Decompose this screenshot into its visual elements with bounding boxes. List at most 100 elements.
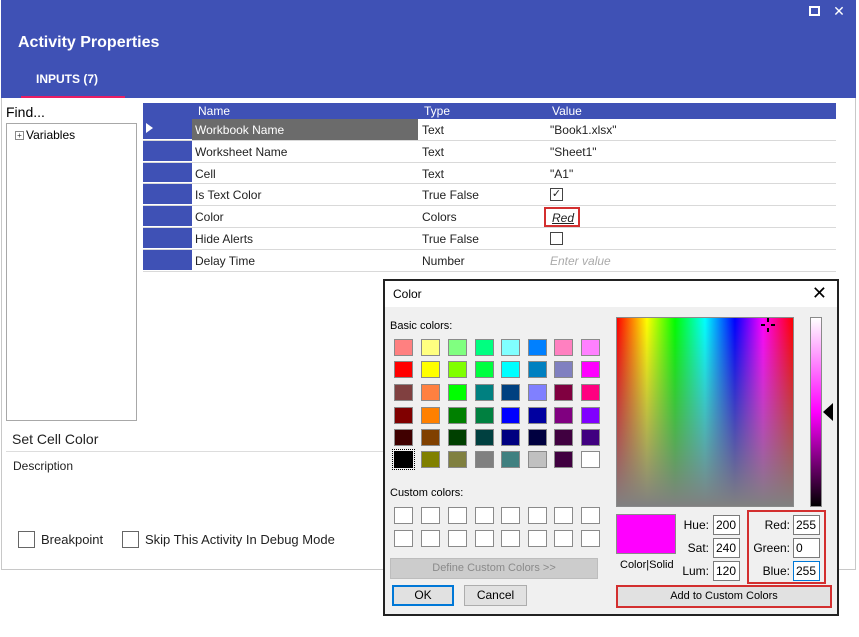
row-selector[interactable]	[143, 162, 192, 184]
custom-color-swatch[interactable]	[528, 530, 547, 547]
close-icon[interactable]: ✕	[832, 4, 846, 18]
row-value[interactable]: "Sheet1"	[550, 145, 597, 159]
basic-color-swatch[interactable]	[394, 361, 413, 378]
custom-color-swatch[interactable]	[501, 507, 520, 524]
breakpoint-toggle[interactable]: Breakpoint	[18, 531, 103, 548]
sat-field[interactable]: 240	[713, 538, 740, 558]
add-to-custom-colors-button[interactable]: Add to Custom Colors	[616, 585, 832, 608]
custom-color-swatch[interactable]	[581, 507, 600, 524]
basic-color-swatch[interactable]	[501, 361, 520, 378]
custom-color-swatch[interactable]	[448, 507, 467, 524]
luminance-slider[interactable]	[810, 317, 822, 507]
grid-row-color[interactable]: Color Colors Red	[143, 206, 836, 228]
grid-row-workbook-name[interactable]: Workbook Name Text "Book1.xlsx"	[143, 119, 836, 141]
row-selector[interactable]	[143, 206, 192, 227]
custom-color-swatch[interactable]	[581, 530, 600, 547]
custom-color-swatch[interactable]	[448, 530, 467, 547]
custom-color-swatch[interactable]	[394, 530, 413, 547]
basic-color-swatch[interactable]	[554, 361, 573, 378]
custom-color-swatch[interactable]	[528, 507, 547, 524]
is-text-color-checkbox[interactable]: ✓	[550, 188, 563, 202]
grid-row-delay-time[interactable]: Delay Time Number Enter value	[143, 249, 836, 272]
find-label[interactable]: Find...	[6, 104, 45, 120]
basic-color-swatch[interactable]	[528, 451, 547, 468]
delay-time-input[interactable]: Enter value	[550, 254, 611, 268]
tab-inputs[interactable]: INPUTS (7)	[21, 70, 125, 98]
basic-color-swatch[interactable]	[501, 384, 520, 401]
basic-color-swatch[interactable]	[528, 339, 547, 356]
basic-color-swatch[interactable]	[394, 339, 413, 356]
row-value[interactable]: "A1"	[550, 167, 573, 181]
custom-color-swatch[interactable]	[501, 530, 520, 547]
hide-alerts-checkbox[interactable]	[550, 231, 563, 245]
basic-color-swatch[interactable]	[475, 407, 494, 424]
basic-color-swatch[interactable]	[581, 361, 600, 378]
basic-color-swatch[interactable]	[475, 451, 494, 468]
basic-color-swatch[interactable]	[581, 339, 600, 356]
grid-row-cell[interactable]: Cell Text "A1"	[143, 162, 836, 185]
basic-color-swatch[interactable]	[448, 384, 467, 401]
custom-color-swatch[interactable]	[421, 507, 440, 524]
close-icon[interactable]: ✕	[812, 284, 827, 302]
basic-color-swatch[interactable]	[528, 407, 547, 424]
basic-color-swatch[interactable]	[554, 339, 573, 356]
basic-color-swatch[interactable]	[421, 339, 440, 356]
basic-color-swatch[interactable]	[448, 429, 467, 446]
custom-color-swatch[interactable]	[475, 530, 494, 547]
basic-color-swatch[interactable]	[475, 429, 494, 446]
basic-color-swatch[interactable]	[448, 407, 467, 424]
basic-color-swatch[interactable]	[554, 451, 573, 468]
basic-color-swatch[interactable]	[448, 451, 467, 468]
basic-color-swatch[interactable]	[421, 384, 440, 401]
basic-color-swatch[interactable]	[394, 407, 413, 424]
row-selector[interactable]	[143, 140, 192, 162]
row-selector[interactable]	[143, 227, 192, 249]
red-field[interactable]: 255	[793, 515, 820, 535]
row-value[interactable]: "Book1.xlsx"	[550, 123, 617, 137]
custom-color-swatch[interactable]	[554, 530, 573, 547]
luminance-pointer-icon[interactable]	[823, 403, 833, 421]
basic-color-swatch[interactable]	[581, 407, 600, 424]
basic-color-swatch[interactable]	[501, 339, 520, 356]
basic-color-swatch[interactable]	[528, 384, 547, 401]
basic-color-swatch[interactable]	[501, 429, 520, 446]
variables-tree[interactable]: + Variables	[6, 123, 137, 421]
row-selector[interactable]	[143, 184, 192, 206]
row-name-cell[interactable]: Workbook Name	[192, 119, 418, 140]
row-selector[interactable]	[143, 249, 192, 271]
green-field[interactable]: 0	[793, 538, 820, 558]
tree-item-variables[interactable]: + Variables	[15, 128, 75, 142]
basic-color-swatch[interactable]	[421, 451, 440, 468]
basic-color-swatch[interactable]	[554, 429, 573, 446]
lum-field[interactable]: 120	[713, 561, 740, 581]
skip-activity-toggle[interactable]: Skip This Activity In Debug Mode	[122, 531, 335, 548]
basic-color-swatch[interactable]	[394, 429, 413, 446]
basic-color-swatch[interactable]	[421, 429, 440, 446]
grid-row-is-text-color[interactable]: Is Text Color True False ✓	[143, 184, 836, 207]
basic-color-swatch[interactable]	[554, 384, 573, 401]
hue-field[interactable]: 200	[713, 515, 740, 535]
custom-color-swatch[interactable]	[475, 507, 494, 524]
basic-color-swatch[interactable]	[421, 407, 440, 424]
custom-color-swatch[interactable]	[394, 507, 413, 524]
expand-plus-icon[interactable]: +	[15, 130, 24, 140]
basic-color-swatch[interactable]	[581, 384, 600, 401]
basic-color-swatch[interactable]	[501, 407, 520, 424]
basic-color-swatch[interactable]	[392, 449, 415, 470]
basic-color-swatch[interactable]	[475, 384, 494, 401]
basic-color-swatch[interactable]	[554, 407, 573, 424]
custom-color-swatch[interactable]	[421, 530, 440, 547]
basic-color-swatch[interactable]	[528, 361, 547, 378]
basic-color-swatch[interactable]	[581, 429, 600, 446]
basic-color-swatch[interactable]	[475, 339, 494, 356]
basic-color-swatch[interactable]	[581, 451, 600, 468]
blue-field[interactable]: 255	[793, 561, 820, 581]
custom-color-swatch[interactable]	[554, 507, 573, 524]
basic-color-swatch[interactable]	[448, 361, 467, 378]
grid-row-worksheet-name[interactable]: Worksheet Name Text "Sheet1"	[143, 140, 836, 163]
basic-color-swatch[interactable]	[501, 451, 520, 468]
color-spectrum[interactable]	[616, 317, 794, 507]
basic-color-swatch[interactable]	[394, 384, 413, 401]
row-selector[interactable]	[143, 119, 192, 140]
ok-button[interactable]: OK	[392, 585, 454, 606]
